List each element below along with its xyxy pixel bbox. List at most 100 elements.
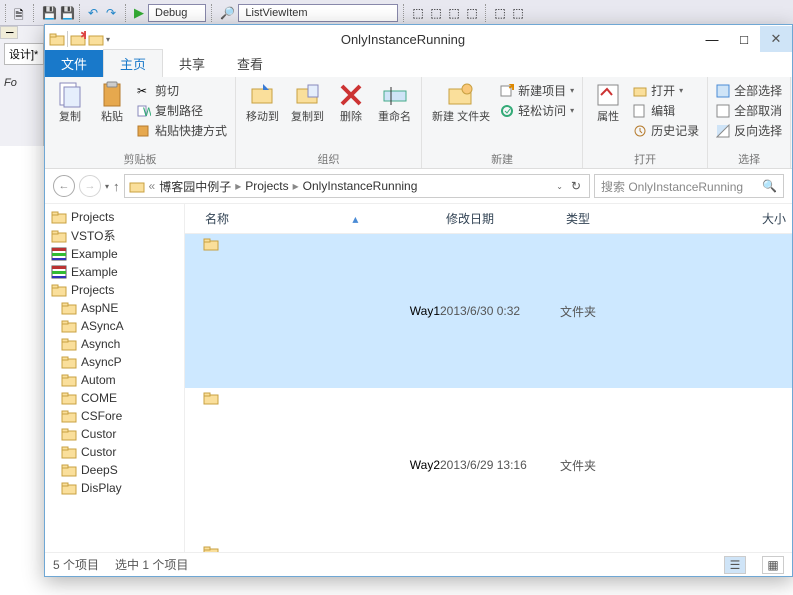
group-clipboard: 剪贴板 [51,150,229,167]
tree-node[interactable]: Example [51,263,184,281]
properties-button[interactable]: 属性 [589,79,627,126]
search-icon[interactable]: 🔍 [762,179,777,193]
tree-node[interactable]: Example [51,245,184,263]
undo-icon[interactable]: ↶ [88,6,102,20]
folder-tree[interactable]: ProjectsVSTO系ExampleExampleProjectsAspNE… [45,204,185,552]
tree-node[interactable]: Custor [51,443,184,461]
t1-icon[interactable]: ⬚ [412,6,426,20]
addr-dropdown-icon[interactable]: ⌄ [556,182,563,191]
col-date[interactable]: 修改日期 [440,208,560,229]
paste-button[interactable]: 粘贴 [93,79,131,126]
minimize-button[interactable]: — [696,26,728,52]
easyaccess-button[interactable]: 轻松访问▾ [498,101,576,120]
refresh-icon[interactable]: ↻ [567,179,585,193]
tree-node[interactable]: VSTO系 [51,226,184,245]
copyto-button[interactable]: 复制到 [287,79,328,126]
selected-count: 选中 1 个项目 [115,556,188,573]
col-size[interactable]: 大小 [680,208,792,229]
tree-node[interactable]: DeepS [51,461,184,479]
t6-icon[interactable]: ⬚ [512,6,526,20]
saveall-icon[interactable]: 💾 [60,6,74,20]
t4-icon[interactable]: ⬚ [466,6,480,20]
tab-home[interactable]: 主页 [103,49,163,77]
moveto-button[interactable]: 移动到 [242,79,283,126]
find-combo[interactable]: ListViewItem [238,4,398,22]
tree-node[interactable]: Asynch [51,335,184,353]
delete-button[interactable]: 删除 [332,79,370,126]
breadcrumb-item[interactable]: OnlyInstanceRunning [303,179,418,193]
file-row[interactable]: Way22013/6/29 13:16文件夹 [185,388,792,542]
group-open: 打开 [589,150,701,167]
open-button[interactable]: 打开▾ [631,81,701,100]
t3-icon[interactable]: ⬚ [448,6,462,20]
paste-shortcut-button[interactable]: 粘贴快捷方式 [135,121,229,140]
back-button[interactable]: ← [53,175,75,197]
new-folder-icon[interactable]: ✱ [70,31,86,47]
vs-toolbar: 🗎 💾 💾 ↶ ↷ ▶ Debug 🔎 ListViewItem ⬚ ⬚ ⬚ ⬚ ⬚ ⬚ [0,0,793,26]
maximize-button[interactable]: □ [728,26,760,52]
run-icon[interactable]: ▶ [134,5,144,21]
cut-button[interactable]: ✂剪切 [135,81,229,100]
t5-icon[interactable]: ⬚ [494,6,508,20]
file-row[interactable]: Way32013/6/29 13:17文件夹 [185,542,792,552]
folder-icon[interactable] [49,31,65,47]
close-button[interactable]: ✕ [760,26,792,52]
tree-node[interactable]: DisPlay [51,479,184,497]
tree-node[interactable]: Autom [51,371,184,389]
selectall-button[interactable]: 全部选择 [714,81,784,100]
forward-button[interactable]: → [79,175,101,197]
explorer-window: ✱ ▾ OnlyInstanceRunning — □ ✕ 文件 主页 共享 查… [44,24,793,577]
tree-node[interactable]: Projects [51,281,184,299]
save-icon[interactable]: 💾 [42,6,56,20]
copypath-button[interactable]: W复制路径 [135,101,229,120]
ribbon-tabs: 文件 主页 共享 查看 [45,53,792,77]
tree-node[interactable]: COME [51,389,184,407]
tree-node[interactable]: AsyncP [51,353,184,371]
vs-sidebar: I 设计]* Fo [0,26,44,146]
breadcrumb-item[interactable]: Projects [245,179,288,193]
history-button[interactable]: 历史记录 [631,121,701,140]
search-input[interactable]: 搜索 OnlyInstanceRunning 🔍 [594,174,784,198]
group-select: 选择 [714,150,784,167]
col-name[interactable]: 名称 ▴ [185,208,440,229]
redo-icon[interactable]: ↷ [106,6,120,20]
tree-node[interactable]: Custor [51,425,184,443]
navigation-bar: ← → ▾ ↑ « 博客园中例子▸ Projects▸ OnlyInstance… [45,169,792,204]
copy-button[interactable]: 复制 [51,79,89,126]
group-new: 新建 [428,150,576,167]
tab-share[interactable]: 共享 [163,50,221,77]
vs-design-tab[interactable]: 设计]* [4,43,44,65]
file-row[interactable]: Way12013/6/30 0:32文件夹 [185,234,792,388]
tree-node[interactable]: AspNE [51,299,184,317]
qat-folder-icon[interactable] [88,31,104,47]
up-button[interactable]: ↑ [113,179,120,194]
newfolder-button[interactable]: 新建 文件夹 [428,79,494,126]
vs-icon[interactable]: 🗎 [14,6,28,20]
icons-view-button[interactable]: ▦ [762,556,784,574]
selectnone-button[interactable]: 全部取消 [714,101,784,120]
details-view-button[interactable]: ☰ [724,556,746,574]
rename-button[interactable]: 重命名 [374,79,415,126]
tab-view[interactable]: 查看 [221,50,279,77]
invert-button[interactable]: 反向选择 [714,121,784,140]
tree-node[interactable]: ASyncA [51,317,184,335]
newitem-button[interactable]: ✱新建项目▾ [498,81,576,100]
t2-icon[interactable]: ⬚ [430,6,444,20]
find-icon[interactable]: 🔎 [220,6,234,20]
config-combo[interactable]: Debug [148,4,206,22]
tree-node[interactable]: CSFore [51,407,184,425]
tab-file[interactable]: 文件 [45,50,103,77]
svg-text:✱: ✱ [80,31,86,42]
search-placeholder: 搜索 OnlyInstanceRunning [601,178,743,195]
col-type[interactable]: 类型 [560,208,680,229]
folder-icon [129,178,145,194]
history-dropdown-icon[interactable]: ▾ [105,182,109,191]
breadcrumb-item[interactable]: 博客园中例子 [159,178,231,195]
column-headers[interactable]: 名称 ▴ 修改日期 类型 大小 [185,204,792,234]
address-bar[interactable]: « 博客园中例子▸ Projects▸ OnlyInstanceRunning … [124,174,590,198]
vs-vert-tab[interactable]: I [0,26,18,39]
item-count: 5 个项目 [53,556,99,573]
tree-node[interactable]: Projects [51,208,184,226]
edit-button[interactable]: 编辑 [631,101,701,120]
file-list: 名称 ▴ 修改日期 类型 大小 Way12013/6/30 0:32文件夹Way… [185,204,792,552]
